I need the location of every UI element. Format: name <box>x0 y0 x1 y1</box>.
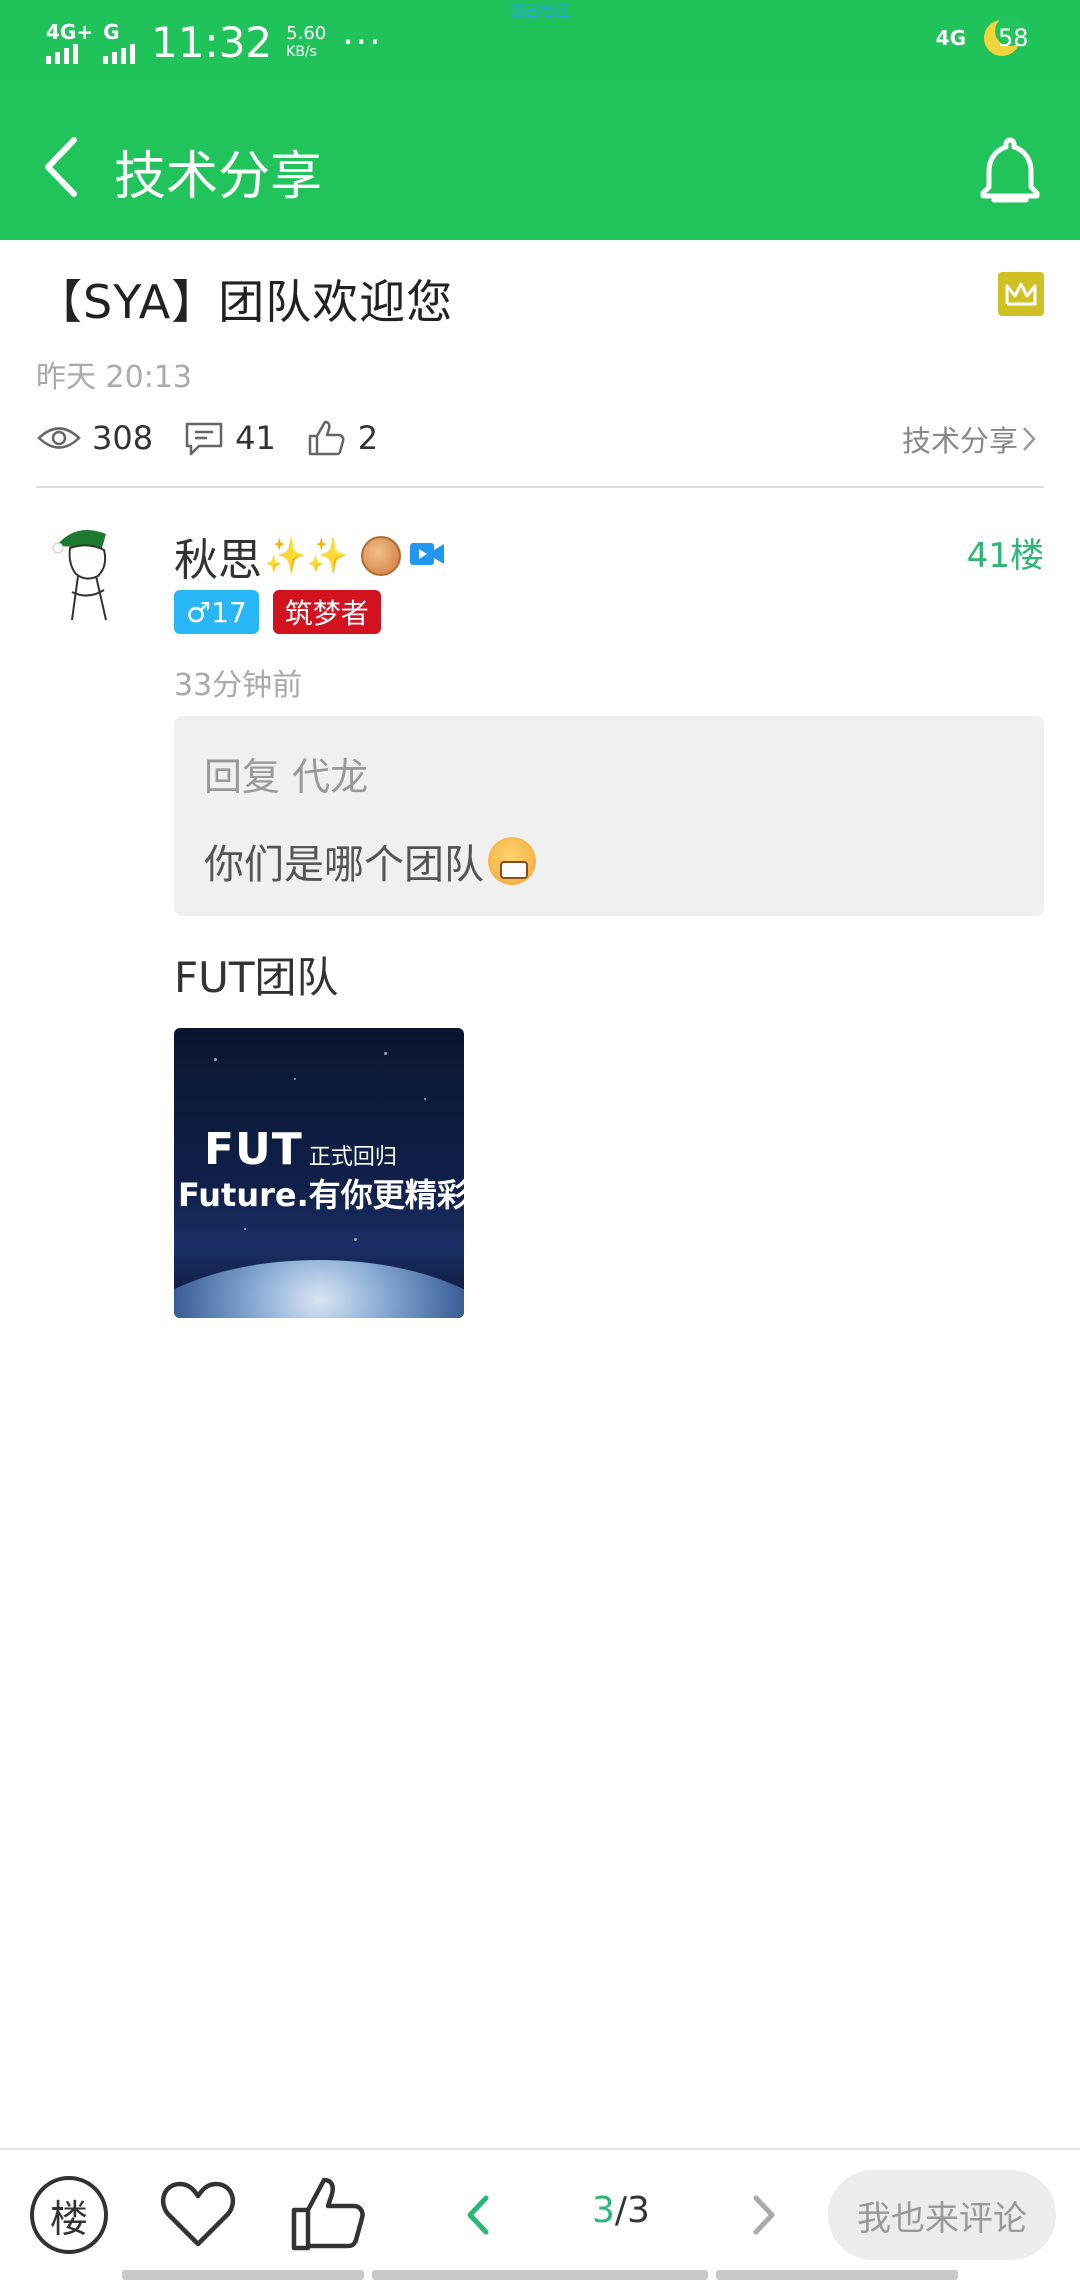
quote-header: 回复 代龙 <box>204 755 369 799</box>
chevron-right-icon <box>753 2195 775 2235</box>
chevron-right-icon <box>1023 427 1036 451</box>
grimace-emoji-icon <box>488 837 536 885</box>
page-indicator: 3/3 <box>592 2190 650 2231</box>
title-badge: 筑梦者 <box>272 590 381 634</box>
battery-level: 58 <box>998 24 1029 52</box>
avatar[interactable] <box>48 520 128 630</box>
chevron-left-icon <box>45 137 77 197</box>
back-button[interactable] <box>38 132 88 202</box>
eye-icon <box>37 427 81 449</box>
page-current: 3 <box>592 2190 615 2231</box>
next-page-button[interactable] <box>742 2180 786 2250</box>
image-headline: FUT 正式回归 <box>204 1124 397 1175</box>
category-link[interactable]: 技术分享 <box>902 418 1040 460</box>
views-count: 308 <box>92 419 154 457</box>
comment-body: FUT团队 <box>174 953 339 1002</box>
crown-badge-icon <box>998 272 1044 316</box>
speed-value: 5.60 <box>286 22 327 44</box>
network-speed: 5.60 KB/s <box>286 24 326 62</box>
network-type: 4G <box>935 26 966 50</box>
image-headline-big: FUT <box>204 1124 303 1175</box>
earth-horizon <box>174 1260 464 1318</box>
sparkles-icon: ✨✨ <box>264 536 349 576</box>
bell-icon <box>980 137 1040 203</box>
moon-battery-icon: 58 <box>984 16 1029 56</box>
speed-unit: KB/s <box>286 43 317 60</box>
crown-icon <box>1005 282 1037 306</box>
image-tagline: Future.有你更精彩 <box>178 1176 464 1214</box>
floor-button-label: 楼 <box>49 2196 88 2241</box>
heart-icon <box>160 2181 236 2247</box>
page-title: 技术分享 <box>114 147 323 207</box>
page-total: 3 <box>627 2190 650 2231</box>
comment-bubble-icon <box>185 422 223 456</box>
comment-placeholder: 我也来评论 <box>857 2198 1027 2239</box>
quoted-reply[interactable]: 回复 代龙 你们是哪个团队 <box>174 716 1044 916</box>
post-time: 昨天 20:13 <box>36 360 192 395</box>
quote-text-row: 你们是哪个团队 <box>204 832 536 890</box>
more-notifications-icon: ··· <box>342 22 383 63</box>
sim1-tag: 4G+ <box>46 19 94 44</box>
thumbs-up-icon <box>308 420 345 456</box>
author-name[interactable]: 秋思 <box>174 524 262 588</box>
medal-icon <box>360 536 401 576</box>
user-badges: ♂17 筑梦者 <box>174 590 381 634</box>
comment-image[interactable]: FUT 正式回归 Future.有你更精彩 <box>174 1028 464 1318</box>
comments-stat: 41 <box>183 418 276 458</box>
comment-time: 33分钟前 <box>174 668 303 703</box>
prev-page-button[interactable] <box>456 2180 500 2250</box>
status-right: 4G 58 <box>935 16 1029 56</box>
video-badge-icon <box>409 539 445 573</box>
gesture-bar-segment <box>716 2270 958 2280</box>
gesture-bar-segment <box>122 2270 364 2280</box>
likes-stat: 2 <box>306 418 378 458</box>
gender-level-badge: ♂17 <box>174 590 259 634</box>
status-left: 4G+ G 11:32 5.60 KB/s ··· <box>46 18 383 67</box>
author-row: 秋思 ✨✨ <box>174 524 445 588</box>
sim1-signal-icon: 4G+ <box>46 22 93 64</box>
category-label: 技术分享 <box>901 424 1018 458</box>
quote-text: 你们是哪个团队 <box>204 842 484 888</box>
thumbs-up-icon <box>291 2177 365 2251</box>
floor-number: 41楼 <box>966 536 1044 576</box>
status-bar: 漫画社区 4G+ G 11:32 5.60 KB/s ··· 4G 58 <box>0 0 1080 88</box>
comments-count: 41 <box>235 419 276 457</box>
views-stat: 308 <box>36 419 153 457</box>
sim2-signal-icon: G <box>103 19 136 64</box>
likes-count: 2 <box>357 419 379 457</box>
page-separator: / <box>614 2190 628 2231</box>
gesture-bar-segment <box>372 2270 708 2280</box>
header-area: 漫画社区 4G+ G 11:32 5.60 KB/s ··· 4G 58 技术分… <box>0 0 1080 240</box>
jump-floor-button[interactable]: 楼 <box>30 2176 108 2254</box>
image-headline-small: 正式回归 <box>308 1145 397 1170</box>
bottom-toolbar: 楼 3/3 我也来评论 <box>0 2150 1080 2280</box>
sim2-tag: G <box>103 19 120 44</box>
post-title: 【SYA】团队欢迎您 <box>36 275 454 329</box>
header-divider <box>36 486 1044 488</box>
clock: 11:32 <box>151 18 273 67</box>
notification-button[interactable] <box>970 130 1050 210</box>
like-button[interactable] <box>288 2172 372 2256</box>
avatar-icon <box>52 530 107 621</box>
write-comment-button[interactable]: 我也来评论 <box>828 2170 1056 2260</box>
app-bar: 技术分享 <box>0 110 1080 220</box>
post-stats: 308 41 2 <box>36 416 408 460</box>
chevron-left-icon <box>467 2195 489 2235</box>
favorite-button[interactable] <box>156 2172 240 2256</box>
